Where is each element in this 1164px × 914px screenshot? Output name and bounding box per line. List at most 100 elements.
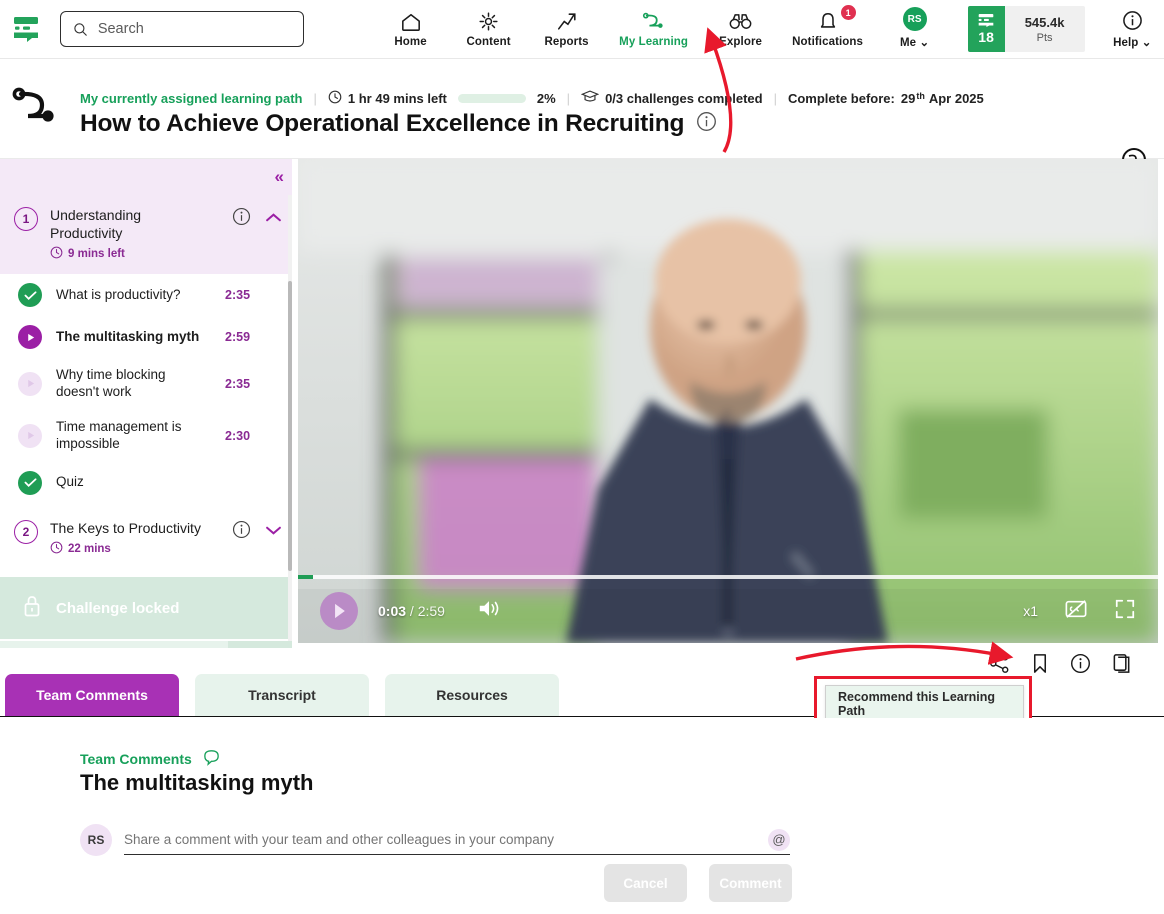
clock-icon: [50, 541, 63, 557]
divider: |: [313, 90, 317, 106]
chevron-down-icon[interactable]: [265, 524, 282, 540]
tab-transcript[interactable]: Transcript: [195, 674, 369, 716]
binoculars-icon: [729, 10, 752, 32]
comments-kicker: Team Comments: [80, 748, 221, 770]
nav-item-my-learning[interactable]: My Learning: [606, 10, 702, 48]
mission-time-label: 9 mins left: [68, 248, 125, 260]
points-level: 18: [967, 6, 1005, 52]
nav-item-label: My Learning: [619, 36, 689, 48]
closed-captions-off-icon[interactable]: [1064, 598, 1088, 625]
mission-title: Understanding Productivity: [50, 207, 142, 241]
lesson-title: What is productivity?: [56, 286, 181, 302]
mission-header-1[interactable]: 1 Understanding Productivity 9 mins left: [0, 195, 292, 274]
search-box[interactable]: [59, 11, 304, 47]
nav-item-me[interactable]: RS Me ⌄: [876, 7, 954, 49]
nav-item-reports[interactable]: Reports: [528, 10, 606, 48]
chevron-double-left-icon: «: [274, 167, 285, 186]
comment-bubble-icon: [202, 748, 221, 770]
tab-resources[interactable]: Resources: [385, 674, 559, 716]
points-level-value: 18: [978, 28, 994, 45]
due-rest: Apr 2025: [928, 90, 984, 106]
info-circle-icon[interactable]: [232, 207, 251, 231]
cancel-button[interactable]: Cancel: [604, 864, 687, 902]
learning-path-icon: [8, 85, 60, 138]
lesson-title: Why time blocking doesn't work: [56, 367, 166, 399]
tab-team-comments[interactable]: Team Comments: [5, 674, 179, 716]
video-controls: 0:03 / 2:59 x1: [298, 579, 1158, 643]
nav-item-home[interactable]: Home: [372, 10, 450, 48]
volume-icon[interactable]: [477, 598, 501, 624]
playback-speed-button[interactable]: x1: [1023, 603, 1038, 619]
due-ordinal: th: [916, 90, 925, 101]
comments-panel: Team Comments The multitasking myth RS @…: [0, 718, 1164, 914]
mission-time: 22 mins: [50, 541, 220, 557]
points-widget[interactable]: 18 545.4k Pts: [967, 6, 1085, 52]
search-icon: [74, 22, 87, 36]
comment-submit-button[interactable]: Comment: [709, 864, 792, 902]
page-title-row: How to Achieve Operational Excellence in…: [80, 110, 717, 138]
lesson-item[interactable]: The multitasking myth 2:59: [0, 316, 292, 358]
nav-item-label: Reports: [544, 36, 589, 48]
avatar: RS: [80, 824, 112, 856]
clock-icon: [50, 246, 63, 262]
lesson-item-quiz[interactable]: Quiz: [0, 462, 292, 504]
chevron-down-icon: ⌄: [1141, 37, 1152, 49]
nav-item-help[interactable]: Help ⌄: [1101, 9, 1164, 49]
nav-item-label: Help: [1113, 37, 1139, 49]
path-progress-bar: [457, 93, 526, 103]
lesson-duration: 2:35: [225, 376, 251, 391]
search-input[interactable]: [97, 21, 291, 37]
play-button[interactable]: [320, 592, 358, 630]
time-left-group: 1 hr 49 mins left: [328, 90, 447, 107]
nav-item-content[interactable]: Content: [450, 10, 528, 48]
nav-item-explore[interactable]: Explore: [702, 10, 780, 48]
graduation-cap-icon: [580, 89, 600, 107]
menu-item-recommend-learning-path[interactable]: Recommend this Learning Path: [826, 686, 1023, 722]
comment-field[interactable]: @: [124, 825, 790, 855]
mention-icon[interactable]: @: [768, 828, 790, 851]
lesson-item[interactable]: Time management is impossible 2:30: [0, 410, 292, 462]
path-meta-row: My currently assigned learning path | 1 …: [80, 89, 984, 107]
comment-actions: Cancel Comment: [604, 864, 792, 902]
mission-number: 1: [14, 207, 38, 231]
comment-input[interactable]: [124, 832, 768, 847]
video-player[interactable]: 0:03 / 2:59 x1: [298, 159, 1158, 643]
path-progress-label: 2%: [536, 90, 556, 106]
nav-item-notifications[interactable]: 1 Notifications: [780, 5, 876, 48]
info-circle-icon[interactable]: [232, 520, 251, 544]
fullscreen-icon[interactable]: [1114, 598, 1136, 625]
divider: |: [566, 90, 571, 106]
points-unit: Pts: [1036, 31, 1053, 44]
sidebar-scrollbar-thumb[interactable]: [288, 281, 292, 571]
logo-mark-icon: [978, 13, 994, 27]
lesson-title: Time management is impossible: [56, 418, 182, 451]
due-day: 29: [900, 90, 916, 106]
mission-number: 2: [14, 519, 38, 544]
challenges-group: 0/3 challenges completed: [580, 89, 763, 107]
learning-path-icon: [642, 10, 666, 32]
arrow-to-share-icon: [795, 641, 1014, 665]
path-time-left: 1 hr 49 mins left: [347, 90, 447, 106]
clock-icon: [328, 90, 342, 107]
video-time: 0:03 / 2:59: [378, 603, 445, 619]
mission-title: The Keys to Productivity: [50, 519, 201, 536]
challenge-locked-label: Challenge locked: [56, 599, 180, 617]
mission-progress-strip: Mission 2/3: [0, 641, 292, 648]
lesson-item[interactable]: Why time blocking doesn't work 2:35: [0, 358, 292, 410]
info-circle-icon[interactable]: [696, 111, 717, 137]
app-logo[interactable]: [8, 11, 44, 47]
trending-arrow-icon: [556, 10, 578, 32]
avatar: RS: [902, 7, 927, 31]
due-date-group: Complete before: 29 th Apr 2025: [788, 91, 984, 106]
lesson-item[interactable]: What is productivity? 2:35: [0, 274, 292, 316]
mission-header-2[interactable]: 2 The Keys to Productivity 22 mins: [0, 504, 292, 570]
lesson-title: The multitasking myth: [56, 328, 200, 344]
info-circle-icon[interactable]: [119, 648, 135, 649]
check-circle-icon: [18, 470, 42, 495]
course-sidebar: « 1 Understanding Productivity 9 mins le…: [0, 159, 292, 648]
notification-badge: 1: [840, 5, 856, 20]
nav-item-label: Home: [394, 36, 427, 48]
collapse-sidebar-button[interactable]: «: [0, 159, 292, 195]
lock-icon: [22, 594, 42, 623]
chevron-up-icon[interactable]: [265, 211, 282, 227]
